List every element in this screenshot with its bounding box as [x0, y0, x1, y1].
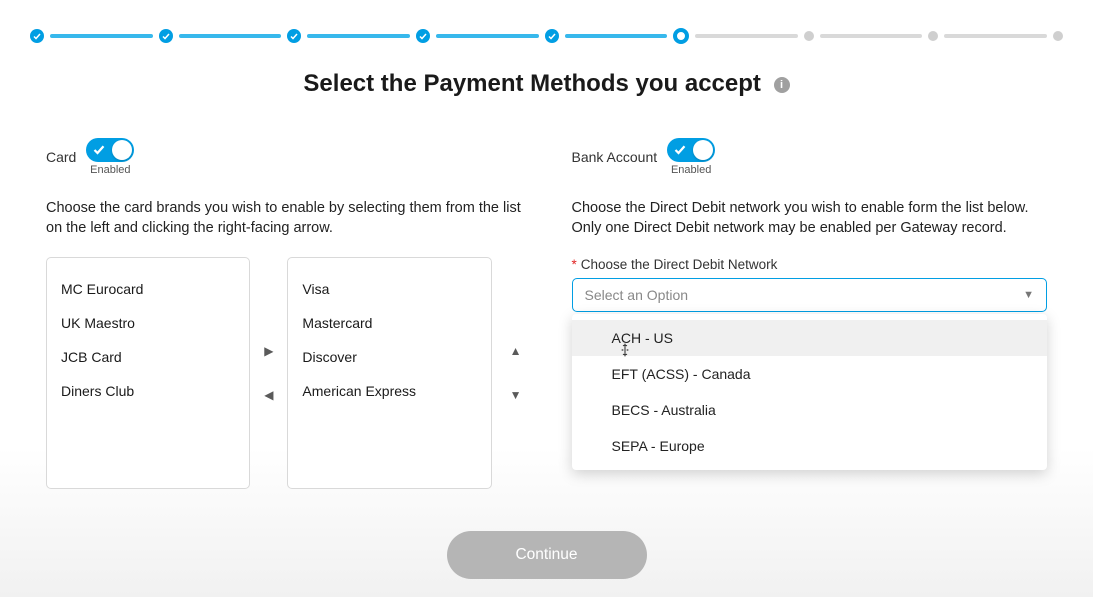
card-dual-listbox: MC EurocardUK MaestroJCB CardDiners Club… — [46, 257, 522, 489]
list-item[interactable]: JCB Card — [61, 340, 235, 374]
list-item[interactable]: Discover — [302, 340, 476, 374]
move-down-icon[interactable]: ▼ — [510, 388, 522, 402]
card-selected-listbox[interactable]: VisaMastercardDiscoverAmerican Express — [287, 257, 491, 489]
progress-connector — [695, 34, 798, 38]
check-icon — [93, 144, 105, 156]
list-item[interactable]: Mastercard — [302, 306, 476, 340]
move-arrows: ▶ ◀ — [264, 257, 273, 489]
dd-network-label-text: Choose the Direct Debit Network — [581, 257, 778, 272]
setup-progress — [0, 0, 1093, 44]
info-icon[interactable]: i — [774, 77, 790, 93]
dropdown-option[interactable]: EFT (ACSS) - Canada — [572, 356, 1048, 392]
check-icon — [674, 144, 686, 156]
progress-connector — [820, 34, 923, 38]
reorder-arrows: ▲ ▼ — [506, 257, 522, 489]
dropdown-option[interactable]: ACH - US — [572, 320, 1048, 356]
progress-connector — [307, 34, 410, 38]
card-description: Choose the card brands you wish to enabl… — [46, 198, 522, 239]
progress-step-8 — [928, 31, 938, 41]
dd-network-placeholder: Select an Option — [585, 287, 689, 303]
card-column: Card Enabled Choose the card brands you … — [46, 138, 522, 489]
list-item[interactable]: Visa — [302, 272, 476, 306]
dd-network-select[interactable]: Select an Option ▼ — [572, 278, 1048, 312]
bank-description: Choose the Direct Debit network you wish… — [572, 198, 1048, 239]
progress-connector — [436, 34, 539, 38]
chevron-down-icon: ▼ — [1023, 289, 1034, 301]
footer: Continue — [0, 531, 1093, 579]
progress-step-7 — [804, 31, 814, 41]
toggle-knob — [693, 140, 713, 160]
move-left-icon[interactable]: ◀ — [264, 388, 273, 402]
progress-step-5 — [545, 29, 559, 43]
progress-connector — [179, 34, 282, 38]
card-label: Card — [46, 149, 76, 165]
progress-step-9 — [1053, 31, 1063, 41]
progress-step-2 — [159, 29, 173, 43]
required-asterisk: * — [572, 257, 577, 272]
continue-button[interactable]: Continue — [447, 531, 647, 579]
page-title: Select the Payment Methods you accept i — [0, 70, 1093, 98]
progress-step-4 — [416, 29, 430, 43]
dd-network-label: * Choose the Direct Debit Network — [572, 257, 1048, 272]
list-item[interactable]: MC Eurocard — [61, 272, 235, 306]
progress-step-1 — [30, 29, 44, 43]
move-up-icon[interactable]: ▲ — [510, 344, 522, 358]
list-item[interactable]: Diners Club — [61, 374, 235, 408]
dropdown-option[interactable]: SEPA - Europe — [572, 428, 1048, 464]
dd-network-dropdown: ACH - USEFT (ACSS) - CanadaBECS - Austra… — [572, 314, 1048, 470]
bank-toggle[interactable] — [667, 138, 715, 162]
list-item[interactable]: American Express — [302, 374, 476, 408]
dropdown-option[interactable]: BECS - Australia — [572, 392, 1048, 428]
progress-step-6 — [673, 28, 689, 44]
page-title-text: Select the Payment Methods you accept — [303, 70, 760, 97]
card-toggle-caption: Enabled — [86, 164, 134, 176]
bank-toggle-caption: Enabled — [667, 164, 715, 176]
bank-column: Bank Account Enabled Choose the Direct D… — [572, 138, 1048, 489]
dd-network-select-wrap: Select an Option ▼ ACH - USEFT (ACSS) - … — [572, 278, 1048, 312]
progress-connector — [565, 34, 668, 38]
list-item[interactable]: UK Maestro — [61, 306, 235, 340]
move-right-icon[interactable]: ▶ — [264, 344, 273, 358]
progress-connector — [944, 34, 1047, 38]
progress-connector — [50, 34, 153, 38]
card-available-listbox[interactable]: MC EurocardUK MaestroJCB CardDiners Club — [46, 257, 250, 489]
progress-step-3 — [287, 29, 301, 43]
bank-label: Bank Account — [572, 149, 658, 165]
card-toggle[interactable] — [86, 138, 134, 162]
toggle-knob — [112, 140, 132, 160]
